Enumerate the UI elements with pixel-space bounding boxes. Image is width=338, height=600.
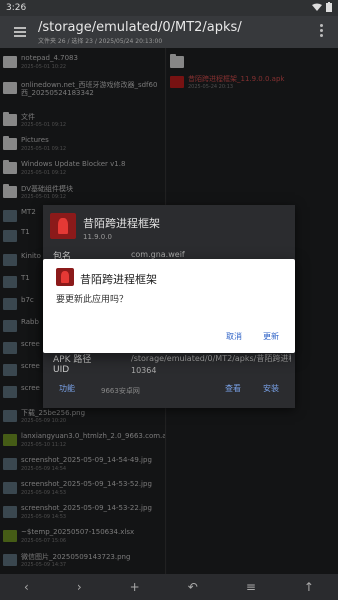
- dialog-message: 要更新此应用吗？: [56, 295, 129, 305]
- app-version: 11.9.0.0: [83, 233, 112, 241]
- install-button[interactable]: 安装: [263, 383, 279, 394]
- info-value: com.gna.weif: [131, 250, 185, 259]
- cancel-button[interactable]: 取消: [226, 331, 242, 342]
- arrow-up-icon[interactable]: ↑: [304, 580, 314, 594]
- dialog-title: 昔陌跨进程框架: [83, 217, 160, 230]
- info-label: UID: [53, 365, 70, 375]
- watermark: 9663安卓网: [101, 387, 140, 395]
- more-icon[interactable]: ≡: [246, 580, 256, 594]
- status-time: 3:26: [6, 3, 27, 13]
- add-icon[interactable]: +: [130, 580, 140, 594]
- info-label: APK 路径: [53, 355, 92, 365]
- path-subtitle: 文件夹 26 / 选择 23 / 2025/05/24 20:13:00: [38, 38, 163, 45]
- update-button[interactable]: 更新: [263, 331, 279, 342]
- view-button[interactable]: 查看: [225, 383, 241, 394]
- info-value: /storage/emulated/0/MT2/apks/昔陌跨进程框架.apk: [131, 354, 291, 363]
- app-icon: [50, 213, 76, 239]
- overflow-menu-icon[interactable]: [320, 24, 324, 40]
- status-icons: [312, 1, 332, 15]
- undo-icon[interactable]: ↶: [188, 580, 198, 594]
- menu-icon[interactable]: [14, 27, 26, 37]
- wifi-icon: [312, 3, 322, 14]
- dialog-title: 昔陌跨进程框架: [80, 273, 157, 286]
- app-icon: [56, 268, 74, 286]
- update-confirm-dialog: 昔陌跨进程框架 要更新此应用吗？ 取消 更新: [43, 259, 295, 353]
- info-value: 10364: [131, 366, 157, 375]
- arrow-right-icon[interactable]: ›: [77, 580, 82, 594]
- bottom-toolbar: ‹ › + ↶ ≡ ↑: [0, 574, 338, 600]
- arrow-left-icon[interactable]: ‹: [24, 580, 29, 594]
- path-title: /storage/emulated/0/MT2/apks/: [38, 20, 242, 35]
- battery-icon: [326, 1, 332, 15]
- app-bar: /storage/emulated/0/MT2/apks/ 文件夹 26 / 选…: [0, 16, 338, 48]
- status-bar: 3:26: [0, 0, 338, 16]
- function-button[interactable]: 功能: [59, 383, 75, 394]
